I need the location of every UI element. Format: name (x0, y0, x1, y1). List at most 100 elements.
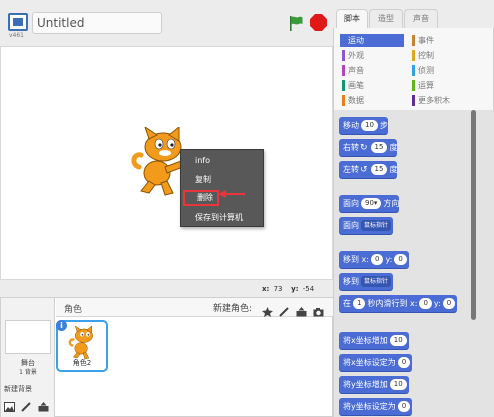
fullscreen-icon[interactable] (8, 13, 28, 31)
block-input[interactable]: 0 (394, 254, 407, 265)
block-input[interactable]: 10 (389, 335, 407, 346)
tab-scripts[interactable]: 脚本 (336, 9, 368, 28)
block-label: 度 (389, 165, 398, 174)
sprites-panel: 舞台 1 背景 新建背景 角色 新建角色: i 角色2 (0, 297, 334, 417)
menu-item-delete[interactable]: 删除 (183, 190, 219, 206)
x-coord-value: 73 (273, 285, 283, 293)
scratch-editor: v461 Untitled x: 73 y: -54 info 复制 删除 保存… (0, 0, 494, 417)
mouse-coordinates: x: 73 y: -54 (262, 285, 316, 293)
block-input[interactable]: 15 (370, 142, 388, 153)
backdrop-library-icon[interactable] (4, 401, 15, 412)
block-change-y[interactable]: 将y坐标增加 10 (339, 376, 409, 393)
menu-item-info[interactable]: info (181, 152, 265, 169)
y-coord-label: y: (291, 285, 299, 293)
x-coord-label: x: (262, 285, 270, 293)
block-input[interactable]: 0 (370, 254, 384, 265)
category-events[interactable]: 事件 (410, 34, 470, 47)
editor-tabs: 脚本 造型 声音 (333, 0, 494, 28)
block-point-towards[interactable]: 面向 鼠标指针 (339, 217, 394, 234)
block-label: y: (385, 255, 393, 264)
block-label: 面向 (343, 221, 359, 230)
red-arrow-icon (218, 190, 245, 198)
backdrop-tools (4, 396, 54, 412)
block-label: 将x坐标设定为 (343, 358, 396, 367)
block-goto[interactable]: 移到 鼠标指针 (339, 273, 394, 290)
block-input[interactable]: 0 (442, 298, 456, 309)
block-turn-left[interactable]: 左转↺ 15 度 (339, 161, 398, 178)
new-sprite-label: 新建角色: (213, 304, 253, 314)
upload-backdrop-icon[interactable] (38, 401, 49, 412)
block-input[interactable]: 15 (370, 164, 388, 175)
y-coord-value: -54 (302, 285, 315, 293)
stage-header: v461 Untitled (0, 0, 333, 46)
block-dropdown[interactable]: 鼠标指针 (361, 276, 392, 287)
rotate-left-icon: ↺ (360, 165, 368, 175)
stage-canvas[interactable] (0, 46, 333, 280)
block-label: 在 (343, 299, 351, 308)
project-title-input[interactable]: Untitled (32, 12, 162, 34)
block-label: 左转 (343, 165, 359, 174)
menu-item-save-to-computer[interactable]: 保存到计算机 (181, 209, 265, 226)
block-input[interactable]: 0 (397, 401, 411, 412)
backdrop-count: 1 背景 (19, 369, 37, 376)
block-point-direction[interactable]: 面向 90▾ 方向 (339, 195, 400, 212)
green-flag-icon[interactable] (288, 15, 304, 31)
block-dropdown[interactable]: 鼠标指针 (361, 220, 392, 231)
menu-item-duplicate[interactable]: 复制 (181, 171, 265, 188)
block-label: 将y坐标增加 (343, 380, 388, 389)
camera-sprite-icon[interactable] (313, 307, 324, 317)
block-label: 移到 (343, 277, 359, 286)
block-categories: 运动 事件 外观 控制 声音 侦测 画笔 运算 数据 更多积木 (333, 28, 494, 110)
category-pen[interactable]: 画笔 (340, 79, 404, 92)
block-change-x[interactable]: 将x坐标增加 10 (339, 332, 409, 349)
block-turn-right[interactable]: 右转↻ 15 度 (339, 139, 398, 156)
block-label: 秒内滑行到 x: (367, 299, 418, 308)
sprites-title: 角色 (64, 305, 83, 315)
new-backdrop-label: 新建背景 (4, 385, 32, 393)
block-label: 右转 (343, 143, 359, 152)
block-label: 度 (389, 143, 398, 152)
category-sound[interactable]: 声音 (340, 64, 404, 77)
block-label: 移动 (343, 121, 359, 130)
block-label: 步 (379, 121, 388, 130)
block-label: y: (433, 299, 441, 308)
upload-sprite-icon[interactable] (296, 306, 307, 317)
block-input[interactable]: 90▾ (361, 198, 382, 209)
block-set-x[interactable]: 将x坐标设定为 0 (339, 354, 413, 371)
block-input[interactable]: 10 (361, 120, 378, 131)
block-label: 移到 x: (343, 255, 369, 264)
sprite-context-menu: info 复制 删除 保存到计算机 (180, 149, 264, 227)
paint-backdrop-icon[interactable] (21, 401, 32, 412)
category-looks[interactable]: 外观 (340, 49, 404, 62)
stop-icon[interactable] (310, 14, 327, 31)
category-sensing[interactable]: 侦测 (410, 64, 470, 77)
category-motion[interactable]: 运动 (340, 34, 404, 47)
palette-scrollbar[interactable] (471, 110, 476, 320)
info-icon[interactable]: i (56, 320, 67, 331)
category-control[interactable]: 控制 (410, 49, 470, 62)
block-move-steps[interactable]: 移动 10 步 (339, 117, 388, 134)
rotate-right-icon: ↻ (360, 143, 368, 153)
stage-column: 舞台 1 背景 新建背景 (1, 298, 55, 417)
sprite-library-icon[interactable] (262, 306, 273, 317)
category-operators[interactable]: 运算 (410, 79, 470, 92)
category-data[interactable]: 数据 (340, 94, 404, 107)
block-label: 将x坐标增加 (343, 336, 388, 345)
block-input[interactable]: 0 (419, 298, 432, 309)
category-more-blocks[interactable]: 更多积木 (410, 94, 470, 107)
stage-thumbnail[interactable] (5, 320, 51, 354)
version-label: v461 (9, 32, 25, 39)
cat-thumbnail-icon (68, 326, 93, 360)
block-glide[interactable]: 在 1 秒内滑行到 x: 0 y: 0 (339, 295, 458, 312)
tab-costumes[interactable]: 造型 (369, 9, 403, 28)
sprites-header: 角色 新建角色: (56, 298, 334, 317)
sprite-thumbnail[interactable]: i 角色2 (56, 320, 108, 372)
block-goto-xy[interactable]: 移到 x: 0 y: 0 (339, 251, 409, 268)
tab-sounds[interactable]: 声音 (404, 9, 438, 28)
block-input[interactable]: 10 (389, 379, 407, 390)
block-set-y[interactable]: 将y坐标设定为 0 (339, 398, 413, 415)
paint-sprite-icon[interactable] (279, 306, 290, 317)
block-label: 方向 (383, 199, 400, 208)
block-input[interactable]: 0 (397, 357, 411, 368)
block-input[interactable]: 1 (353, 298, 366, 309)
